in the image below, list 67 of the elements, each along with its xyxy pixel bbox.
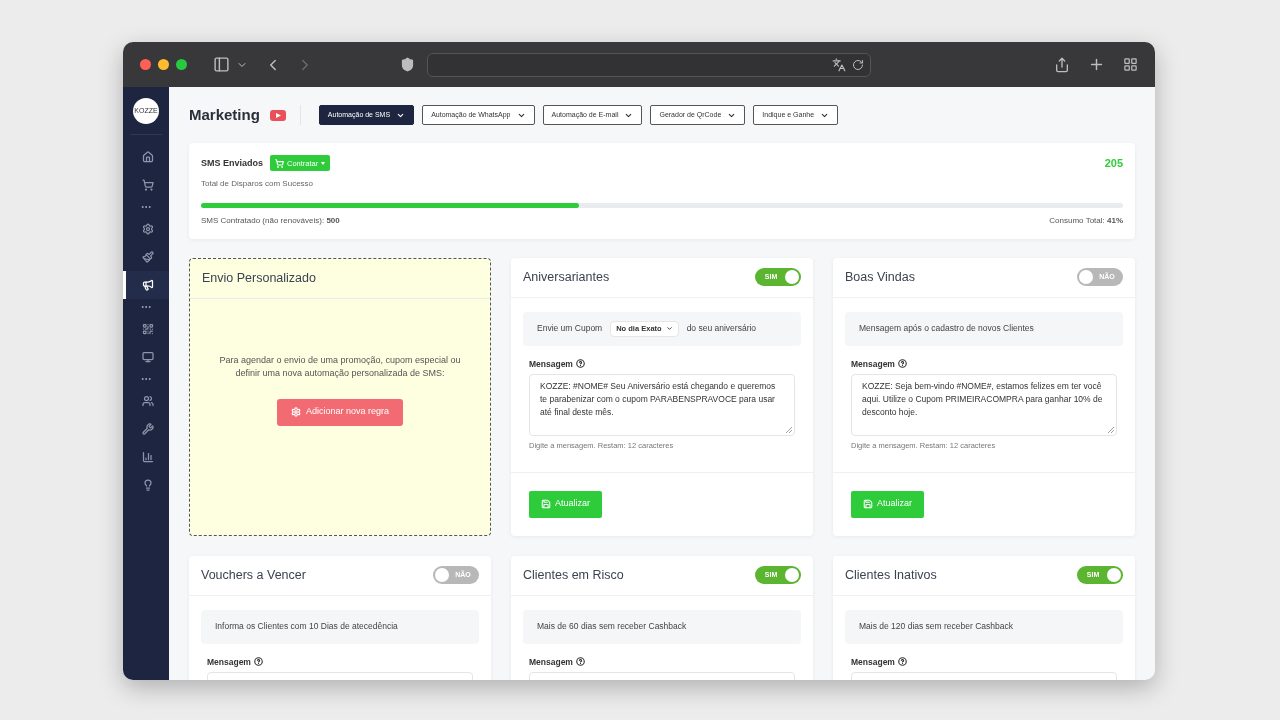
- page-title: Marketing: [189, 104, 260, 125]
- users-icon: [141, 395, 154, 407]
- reload-icon[interactable]: [852, 58, 864, 71]
- cart-icon: [141, 179, 154, 191]
- field-label: Mensagem: [529, 357, 573, 371]
- qr-code-icon: [141, 323, 154, 335]
- help-icon[interactable]: [897, 359, 907, 369]
- new-tab-icon[interactable]: [1088, 56, 1105, 73]
- minimize-window-icon[interactable]: [158, 59, 169, 70]
- bar-chart-icon: [141, 451, 154, 463]
- toggle-knob: [1079, 270, 1093, 284]
- card-title: Vouchers a Vencer: [201, 566, 306, 584]
- toggle-knob: [1107, 568, 1121, 582]
- toggle-knob: [785, 568, 799, 582]
- card-title: SMS Enviados: [201, 156, 263, 170]
- info-text: Mais de 60 dias sem receber Cashback: [537, 620, 687, 633]
- info-text: Envie um Cupom: [537, 322, 603, 335]
- help-icon[interactable]: [897, 657, 907, 667]
- megaphone-icon: [141, 279, 154, 291]
- toggle-knob: [435, 568, 449, 582]
- translate-icon[interactable]: [832, 57, 846, 72]
- lightbulb-icon: [141, 479, 154, 491]
- sidebar-item[interactable]: [123, 271, 169, 299]
- settings-icon: [141, 223, 154, 235]
- card-title: Aniversariantes: [523, 268, 610, 286]
- help-icon[interactable]: [575, 359, 585, 369]
- brush-icon: [141, 251, 154, 263]
- card-subtitle: Total de Disparos com Sucesso: [201, 177, 315, 190]
- card-title: Boas Vindas: [845, 268, 915, 286]
- sidebar-toggle-icon[interactable]: [213, 56, 230, 73]
- message-field[interactable]: KOZZE: Seja bem-vindo #NOME#, estamos felizes em ter você aqui. Utilize o Cupom PRIMEIRACOMPRA para ganhar 10% de desconto hoje.: [851, 374, 1117, 437]
- sent-count: 205: [1104, 156, 1123, 171]
- card-title: Clientes em Risco: [523, 566, 624, 584]
- field-label: Mensagem: [851, 357, 895, 371]
- help-icon[interactable]: [575, 657, 585, 667]
- video-play-icon[interactable]: [269, 109, 286, 121]
- message-field[interactable]: KOZZE: #NOME# Seu Aniversário está chegando e queremos te parabenizar com o cupom PARABENSPRAVOCE para usar até final deste mês.: [529, 374, 795, 437]
- consumption-text: Consumo Total: 41%: [1049, 214, 1123, 227]
- resize-grip-icon[interactable]: [785, 426, 792, 434]
- contracted-text: SMS Contratado (não renováveis): 500: [201, 214, 340, 227]
- gear-icon: [290, 407, 301, 417]
- info-text: Informa os Clientes com 10 Dias de atecedência: [215, 620, 398, 633]
- card-title: Envio Personalizado: [202, 269, 316, 287]
- cart-icon: [275, 158, 284, 168]
- resize-grip-icon[interactable]: [1107, 426, 1114, 434]
- caret-icon: [665, 325, 673, 332]
- info-text: Mais de 120 dias sem receber Cashback: [859, 620, 1014, 633]
- card-text: Para agendar o envio de uma promoção, cupom especial ou definir uma nova automação personalizada de SMS:: [218, 353, 462, 380]
- monitor-icon: [141, 351, 154, 363]
- wrench-icon: [141, 423, 154, 435]
- field-label: Mensagem: [207, 655, 251, 669]
- info-text: do seu aniversário: [686, 322, 757, 335]
- shield-icon[interactable]: [400, 57, 415, 72]
- field-label: Mensagem: [529, 655, 573, 669]
- home-icon: [141, 151, 154, 163]
- close-window-icon[interactable]: [140, 59, 151, 70]
- share-icon[interactable]: [1054, 56, 1070, 73]
- card-title: Clientes Inativos: [845, 566, 937, 584]
- help-icon[interactable]: [253, 657, 263, 667]
- save-icon: [541, 499, 551, 509]
- save-icon: [863, 499, 873, 509]
- toggle-knob: [785, 270, 799, 284]
- tab-overview-icon[interactable]: [1123, 57, 1138, 72]
- field-label: Mensagem: [851, 655, 895, 669]
- maximize-window-icon[interactable]: [176, 59, 187, 70]
- info-text: Mensagem após o cadastro de novos Clientes: [859, 322, 1034, 335]
- caret-icon: [321, 161, 326, 165]
